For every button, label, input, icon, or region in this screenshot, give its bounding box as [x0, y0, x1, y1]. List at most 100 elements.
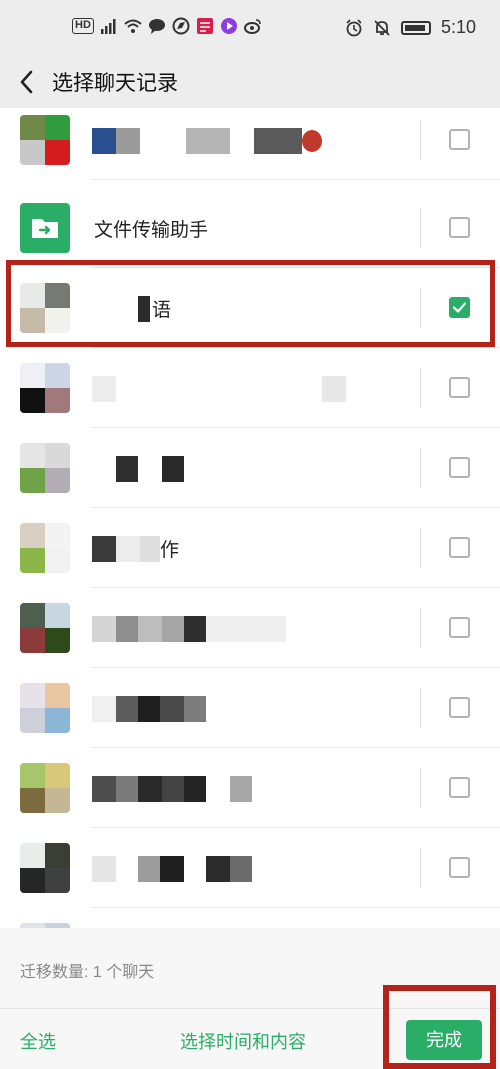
redacted-name: [92, 776, 116, 802]
chat-row[interactable]: [0, 428, 500, 508]
avatar-tile: [45, 548, 70, 573]
video-icon: [220, 17, 238, 35]
chat-row[interactable]: [0, 588, 500, 668]
redacted-name: [162, 776, 184, 802]
redacted-name: [138, 856, 160, 882]
chat-row[interactable]: [0, 348, 500, 428]
avatar-tile: [45, 868, 70, 893]
chat-row[interactable]: [0, 108, 500, 180]
redacted-name: [92, 696, 116, 722]
avatar-tile: [45, 115, 70, 140]
redacted-name: [138, 776, 162, 802]
avatar-tile: [20, 388, 45, 413]
separator: [420, 688, 421, 728]
avatar-tile: [20, 140, 45, 165]
chat-checkbox-checked[interactable]: [449, 297, 470, 318]
redacted-name: [162, 616, 184, 642]
avatar-tile: [45, 283, 70, 308]
chat-row-file-transfer[interactable]: 文件传输助手: [0, 188, 500, 268]
status-left-icons: HD: [72, 17, 262, 35]
chat-checkbox[interactable]: [449, 377, 470, 398]
avatar-tile: [45, 388, 70, 413]
avatar-tile: [45, 523, 70, 548]
signal-icon: [100, 17, 118, 35]
avatar-tile: [20, 523, 45, 548]
redacted-name: [116, 776, 138, 802]
screen: HD 5:10 选择聊天记录 文件传输助手 语 作 迁移数量: 1 个聊天 全选…: [0, 0, 500, 1069]
avatar-tile: [20, 628, 45, 653]
redacted-name: [230, 776, 252, 802]
avatar-tile: [20, 763, 45, 788]
chat-row[interactable]: [0, 668, 500, 748]
avatar-tile: [20, 708, 45, 733]
redacted-name: [116, 128, 140, 154]
chat-row[interactable]: [0, 828, 500, 908]
chat-row-partial[interactable]: [0, 908, 500, 928]
separator: [420, 208, 421, 248]
avatar-tile: [45, 443, 70, 468]
separator: [420, 528, 421, 568]
chat-name: 文件传输助手: [94, 220, 209, 241]
chat-checkbox[interactable]: [449, 457, 470, 478]
avatar-tile: [20, 843, 45, 868]
redacted-name: [184, 776, 206, 802]
mute-icon: [373, 19, 391, 37]
redacted-name: [116, 616, 138, 642]
redacted-name: [230, 856, 252, 882]
chat-row[interactable]: [0, 748, 500, 828]
avatar-tile: [45, 603, 70, 628]
avatar-tile: [20, 868, 45, 893]
status-time: 5:10: [440, 17, 476, 37]
select-time-content-button[interactable]: 选择时间和内容: [180, 1028, 306, 1054]
avatar: [20, 843, 70, 893]
status-right-icons: 5:10: [345, 17, 476, 38]
separator: [420, 368, 421, 408]
chat-checkbox[interactable]: [449, 217, 470, 238]
chat-checkbox[interactable]: [449, 857, 470, 878]
battery-icon: [400, 20, 431, 35]
avatar-tile: [20, 308, 45, 333]
separator: [420, 608, 421, 648]
status-bar: HD 5:10: [0, 0, 500, 56]
chat-checkbox[interactable]: [449, 697, 470, 718]
avatar-tile: [45, 708, 70, 733]
separator: [420, 120, 421, 160]
avatar: [20, 283, 70, 333]
redacted-name: [206, 616, 286, 642]
avatar-tile: [20, 363, 45, 388]
avatar-tile: [20, 788, 45, 813]
redacted-name: [138, 616, 162, 642]
redacted-name: [254, 128, 302, 154]
redacted-name: [116, 536, 140, 562]
chat-list[interactable]: 文件传输助手 语 作: [0, 108, 500, 928]
redacted-name: [322, 376, 346, 402]
avatar: [20, 683, 70, 733]
weibo-icon: [244, 17, 262, 35]
redacted-name: [92, 376, 116, 402]
chat-checkbox[interactable]: [449, 617, 470, 638]
avatar-tile: [20, 115, 45, 140]
avatar-tile: [45, 308, 70, 333]
back-button[interactable]: [14, 64, 42, 100]
avatar-tile: [20, 603, 45, 628]
divider: [92, 179, 500, 180]
chat-row-selected[interactable]: 语: [0, 268, 500, 348]
done-button[interactable]: 完成: [406, 1020, 482, 1060]
avatar-tile: [20, 468, 45, 493]
redacted-name: [138, 696, 160, 722]
redacted-name: [138, 296, 150, 322]
avatar: [20, 603, 70, 653]
avatar: [20, 763, 70, 813]
chat-checkbox[interactable]: [449, 777, 470, 798]
bottom-bar: 迁移数量: 1 个聊天 全选 选择时间和内容 完成: [0, 928, 500, 1069]
chat-name: 作: [160, 540, 180, 561]
select-all-button[interactable]: 全选: [20, 1028, 56, 1054]
chat-checkbox[interactable]: [449, 537, 470, 558]
avatar-tile: [20, 443, 45, 468]
wifi-icon: [124, 17, 142, 35]
chat-row[interactable]: 作: [0, 508, 500, 588]
page-title: 选择聊天记录: [52, 72, 178, 95]
chat-checkbox[interactable]: [449, 129, 470, 150]
redacted-name: [92, 616, 116, 642]
news-icon: [196, 17, 214, 35]
